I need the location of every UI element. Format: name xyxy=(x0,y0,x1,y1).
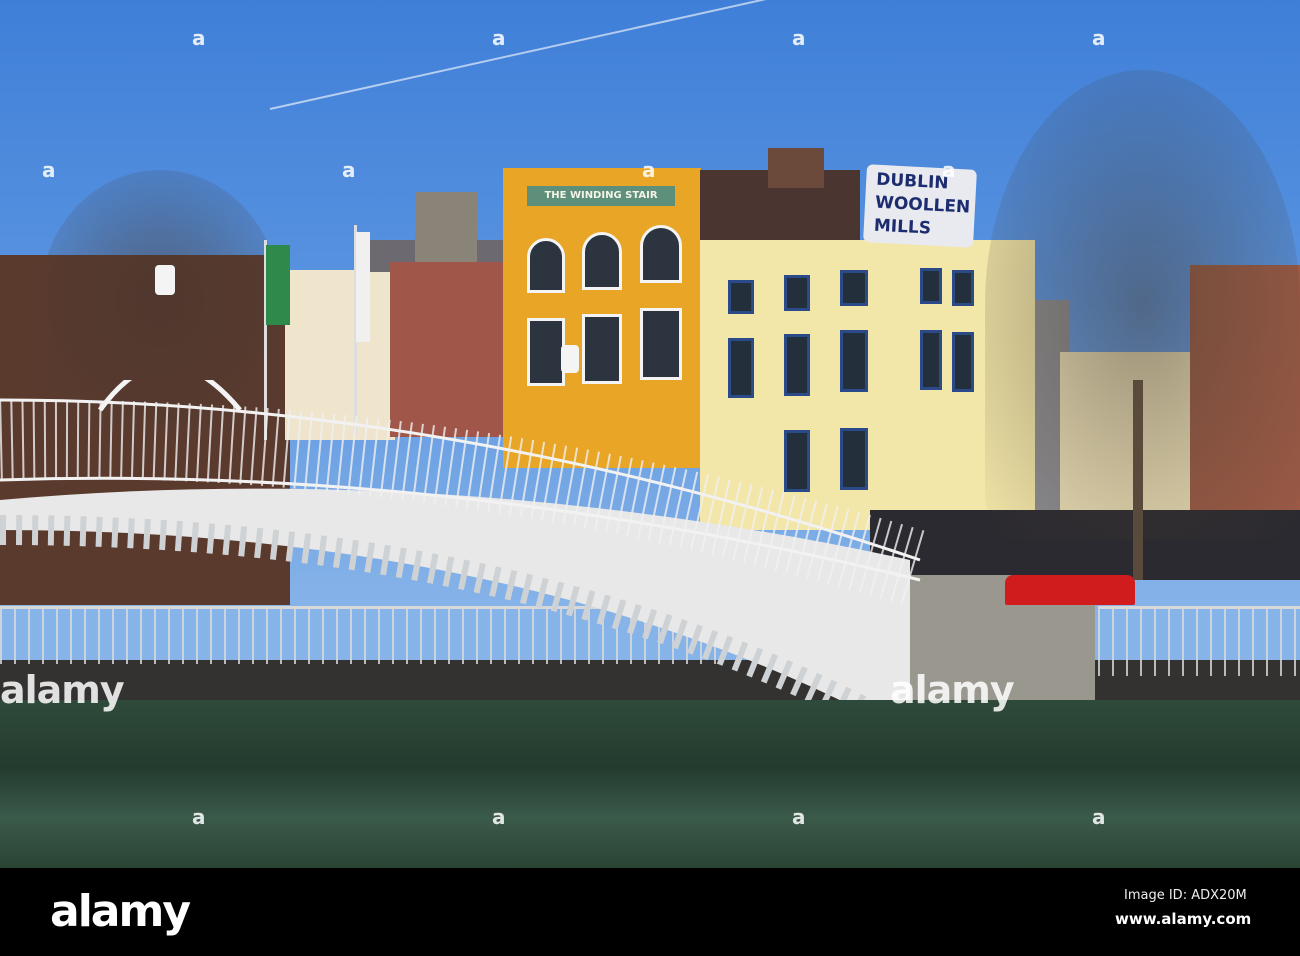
window xyxy=(920,268,942,304)
contrail xyxy=(269,0,1208,110)
watermark-mark: a xyxy=(642,158,656,182)
winding-stair-sign: THE WINDING STAIR xyxy=(527,186,675,206)
watermark-mark: a xyxy=(42,158,56,182)
river xyxy=(0,700,1300,868)
watermark-mark: a xyxy=(1092,805,1106,829)
image-id: Image ID: ADX20M xyxy=(1124,888,1247,903)
watermark-mark: a xyxy=(792,26,806,50)
watermark-mark: a xyxy=(192,26,206,50)
lamp xyxy=(561,345,579,373)
bridge xyxy=(0,380,932,720)
watermark-logo: alamy xyxy=(890,668,1015,712)
red-car xyxy=(1005,575,1135,605)
sign-line: MILLS xyxy=(873,215,932,239)
watermark-mark: a xyxy=(192,805,206,829)
window xyxy=(527,238,565,293)
footer-url: www.alamy.com xyxy=(1115,910,1252,928)
window xyxy=(582,314,622,384)
white-flag xyxy=(356,232,370,342)
boardwalk-railing-right xyxy=(1098,606,1300,676)
bridge-arch xyxy=(0,488,910,710)
watermark-mark: a xyxy=(492,805,506,829)
watermark-mark: a xyxy=(492,26,506,50)
photo: THE WINDING STAIR DUBLIN WOOLLEN MILLS a… xyxy=(0,0,1300,868)
watermark-mark: a xyxy=(342,158,356,182)
window xyxy=(640,308,682,380)
watermark-logo: alamy xyxy=(0,668,125,712)
woollen-mills-sign: DUBLIN WOOLLEN MILLS xyxy=(863,164,977,248)
footer-logo: alamy xyxy=(50,886,191,937)
window xyxy=(728,280,754,314)
window xyxy=(582,232,622,290)
window xyxy=(640,225,682,283)
footer-bar: alamy Image ID: ADX20M www.alamy.com xyxy=(0,868,1300,956)
watermark-mark: a xyxy=(792,805,806,829)
lamp xyxy=(155,265,175,295)
watermark-mark: a xyxy=(942,158,956,182)
tree-trunk xyxy=(1133,380,1143,580)
window xyxy=(840,270,868,306)
window xyxy=(784,275,810,311)
chimney xyxy=(768,148,824,188)
window xyxy=(527,318,565,386)
watermark-mark: a xyxy=(1092,26,1106,50)
window xyxy=(952,270,974,306)
chimney xyxy=(415,192,477,262)
green-flag xyxy=(266,245,290,325)
